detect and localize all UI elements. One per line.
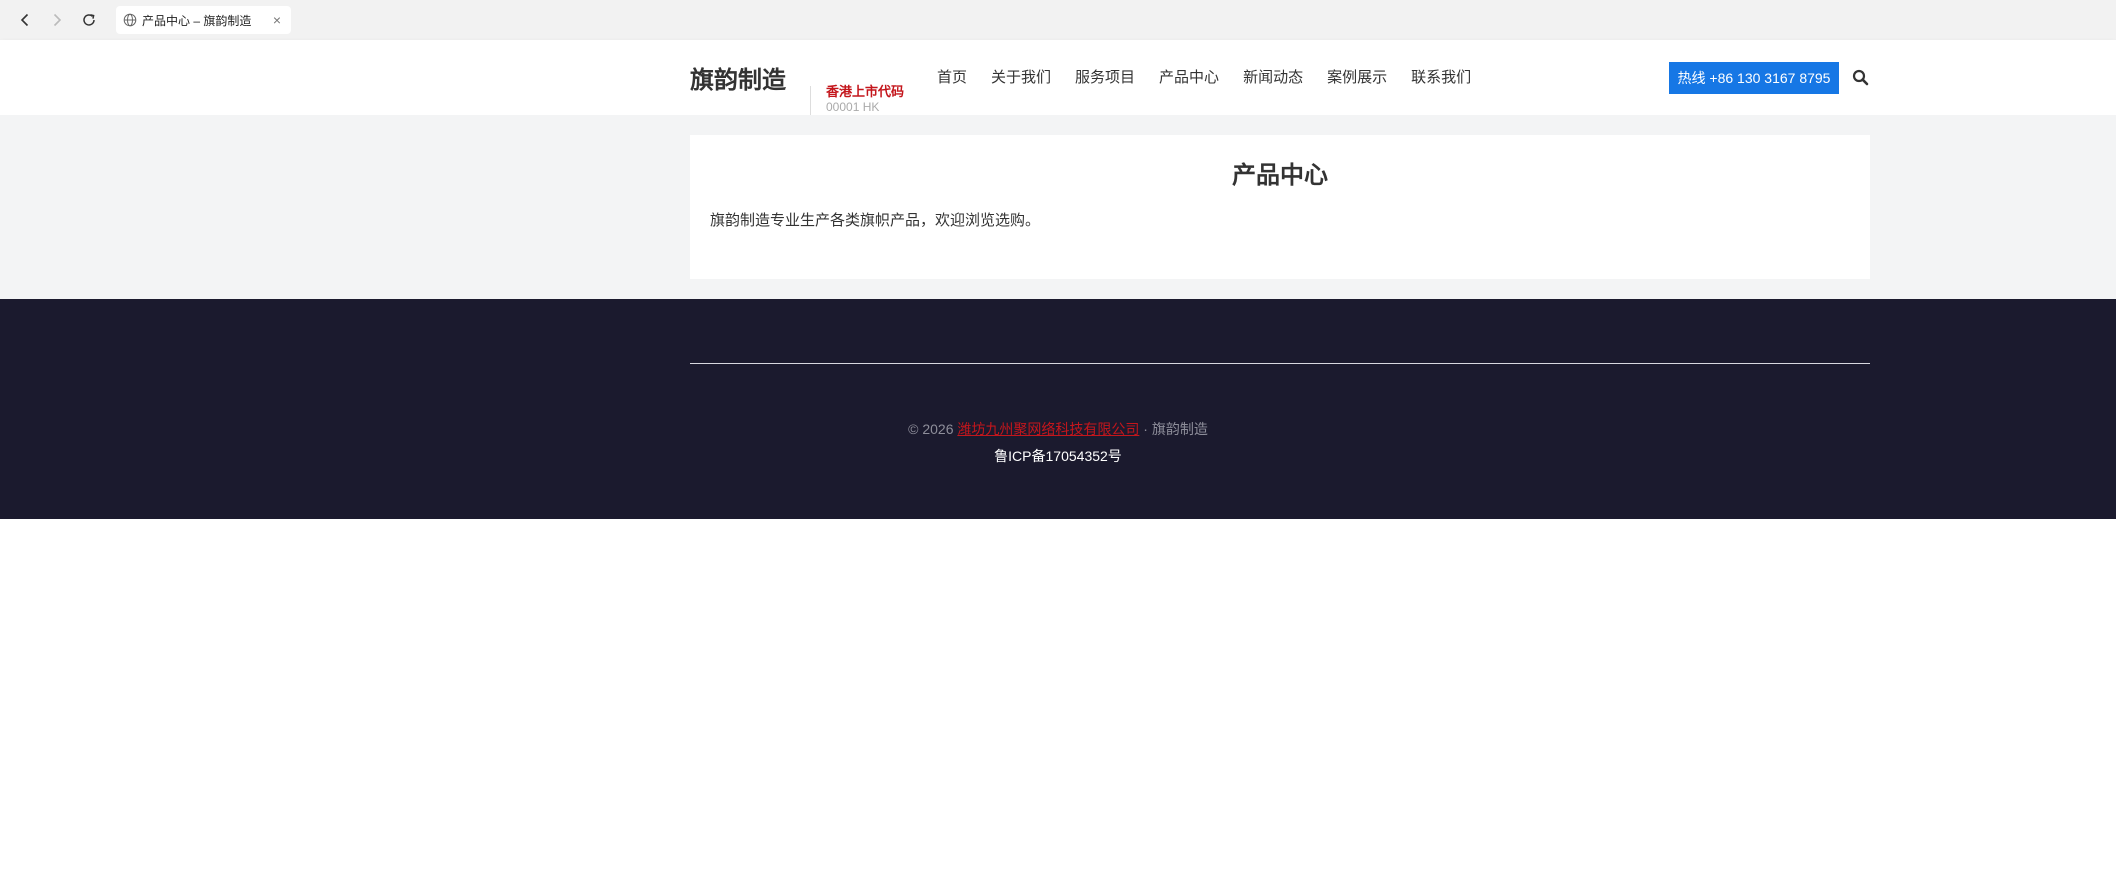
- page-description: 旗韵制造专业生产各类旗帜产品，欢迎浏览选购。: [710, 212, 1041, 229]
- browser-toolbar: 产品中心 – 旗韵制造 ×: [0, 0, 2116, 40]
- footer-divider: [690, 363, 1870, 364]
- search-icon[interactable]: [1851, 68, 1871, 88]
- site-header: 旗韵制造 香港上市代码 00001 HK 首页 关于我们 服务项目 产品中心 新…: [0, 40, 2116, 116]
- tab-title: 产品中心 – 旗韵制造: [142, 13, 252, 28]
- reload-icon: [83, 14, 95, 26]
- stock-code: 00001 HK: [826, 100, 880, 114]
- close-tab-icon[interactable]: ×: [269, 12, 285, 28]
- icp-link[interactable]: 鲁ICP备17054352号: [0, 446, 2116, 466]
- stock-info: 香港上市代码 00001 HK: [810, 84, 905, 116]
- browser-tab[interactable]: 产品中心 – 旗韵制造 ×: [116, 6, 291, 34]
- page-title: 产品中心: [1232, 162, 1328, 189]
- nav-item-products[interactable]: 产品中心: [1159, 66, 1219, 87]
- copyright-suffix: · 旗韵制造: [1139, 421, 1208, 437]
- main-nav: 首页 关于我们 服务项目 产品中心 新闻动态 案例展示 联系我们: [925, 66, 1483, 87]
- reload-button[interactable]: [77, 8, 101, 32]
- stock-label: 香港上市代码: [826, 84, 905, 99]
- copyright: © 2026 潍坊九州聚网络科技有限公司 · 旗韵制造: [0, 419, 2116, 439]
- nav-item-news[interactable]: 新闻动态: [1243, 66, 1303, 87]
- content-card: 产品中心 旗韵制造专业生产各类旗帜产品，欢迎浏览选购。: [690, 135, 1870, 279]
- site-logo[interactable]: 旗韵制造: [690, 60, 786, 95]
- forward-arrow-icon: [53, 13, 62, 27]
- hotline-button[interactable]: 热线 +86 130 3167 8795: [1669, 62, 1839, 94]
- nav-item-home[interactable]: 首页: [937, 66, 967, 87]
- back-button[interactable]: [13, 8, 37, 32]
- nav-item-contact[interactable]: 联系我们: [1411, 66, 1471, 87]
- nav-item-about[interactable]: 关于我们: [991, 66, 1051, 87]
- nav-item-services[interactable]: 服务项目: [1075, 66, 1135, 87]
- back-arrow-icon: [20, 13, 29, 27]
- site-footer: © 2026 潍坊九州聚网络科技有限公司 · 旗韵制造 鲁ICP备1705435…: [0, 299, 2116, 519]
- forward-button[interactable]: [45, 8, 69, 32]
- globe-icon: [122, 12, 138, 28]
- copyright-prefix: © 2026: [908, 421, 958, 437]
- nav-item-cases[interactable]: 案例展示: [1327, 66, 1387, 87]
- company-link[interactable]: 潍坊九州聚网络科技有限公司: [957, 421, 1139, 437]
